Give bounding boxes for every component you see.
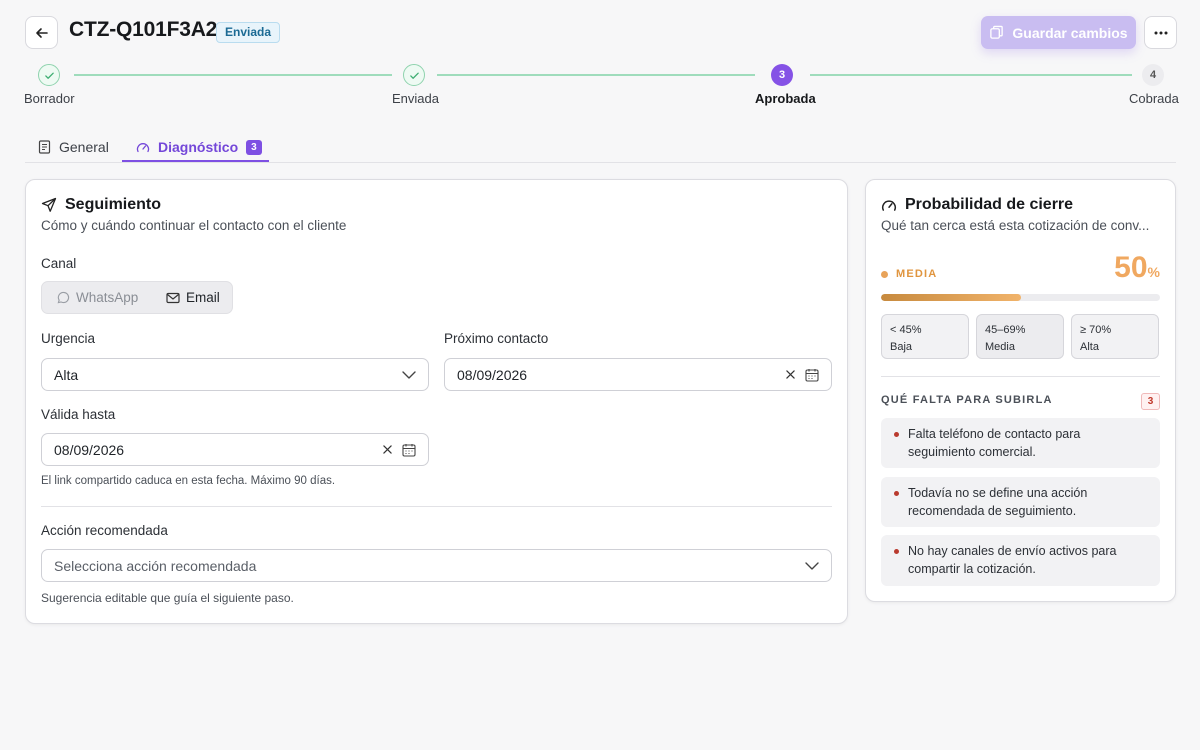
calendar-icon[interactable] (402, 443, 416, 457)
missing-dot (894, 432, 899, 437)
active-tab-indicator (122, 160, 269, 162)
back-button[interactable] (25, 16, 58, 49)
level-label: MEDIA (896, 268, 938, 280)
range-high-name: Alta (1080, 341, 1099, 353)
save-button-label: Guardar cambios (1012, 24, 1128, 41)
step-label-borrador: Borrador (24, 91, 75, 106)
range-low-value: < 45% (890, 324, 922, 336)
tab-general[interactable]: General (38, 132, 109, 162)
chevron-down-icon (805, 561, 819, 570)
step-label-enviada: Enviada (392, 91, 439, 106)
missing-title: QUÉ FALTA PARA SUBIRLA (881, 394, 1053, 406)
action-placeholder: Selecciona acción recomendada (54, 557, 257, 574)
message-circle-icon (57, 291, 70, 304)
channel-option-email[interactable]: Email (166, 282, 220, 313)
tab-diagnostico-label: Diagnóstico (158, 139, 239, 155)
step-connector (74, 74, 392, 76)
step-1-done[interactable] (38, 64, 60, 86)
probability-value: 50% (1100, 251, 1160, 285)
missing-item: Todavía no se define una acción recomend… (881, 477, 1160, 527)
urgency-label: Urgencia (41, 331, 96, 346)
gauge-icon (136, 142, 150, 152)
step-label-aprobada: Aprobada (755, 91, 816, 106)
valid-until-date-input[interactable]: 08/09/2026 (41, 433, 429, 466)
valid-until-hint: El link compartido caduca en esta fecha.… (41, 475, 336, 487)
probability-unit: % (1147, 264, 1160, 280)
probability-title-text: Probabilidad de cierre (905, 196, 1074, 213)
valid-until-label: Válida hasta (41, 407, 116, 422)
next-contact-value: 08/09/2026 (457, 366, 528, 383)
tab-general-label: General (59, 139, 109, 155)
range-high: ≥ 70% Alta (1071, 314, 1159, 359)
close-icon[interactable] (383, 445, 392, 454)
probability-bar-fill (881, 294, 1021, 301)
missing-item: Falta teléfono de contacto para seguimie… (881, 418, 1160, 468)
probability-bar (881, 294, 1160, 301)
urgency-select[interactable]: Alta (41, 358, 429, 391)
step-label-cobrada: Cobrada (1129, 91, 1179, 106)
range-medium-name: Media (985, 341, 1015, 353)
calendar-icon[interactable] (805, 368, 819, 382)
followup-title-text: Seguimiento (65, 196, 162, 213)
action-hint: Sugerencia editable que guía el siguient… (41, 591, 294, 605)
gauge-icon (882, 199, 896, 211)
step-connector (810, 74, 1132, 76)
step-3-active[interactable]: 3 (771, 64, 793, 86)
document-icon (38, 140, 51, 154)
missing-item-text: No hay canales de envío activos para com… (908, 544, 1117, 576)
step-4-pending[interactable]: 4 (1142, 64, 1164, 86)
channel-email-label: Email (186, 290, 220, 305)
tab-count-badge: 3 (246, 139, 262, 155)
followup-subtitle: Cómo y cuándo continuar el contacto con … (41, 218, 347, 233)
status-badge: Enviada (216, 22, 281, 43)
range-low-name: Baja (890, 341, 913, 353)
range-medium: 45–69% Media (976, 314, 1064, 359)
probability-number: 50 (1114, 251, 1148, 284)
probability-title: Probabilidad de cierre (881, 196, 1073, 214)
send-icon (41, 197, 57, 212)
followup-title: Seguimiento (41, 196, 161, 214)
range-high-value: ≥ 70% (1080, 324, 1112, 336)
tabs-divider (25, 162, 1176, 163)
save-button[interactable]: Guardar cambios (981, 16, 1136, 49)
missing-dot (894, 549, 899, 554)
missing-count-badge: 3 (1141, 393, 1160, 410)
level-indicator-dot (881, 271, 888, 278)
urgency-value: Alta (54, 366, 79, 383)
missing-item: No hay canales de envío activos para com… (881, 535, 1160, 586)
channel-selector: WhatsApp Email (41, 281, 233, 314)
next-contact-label: Próximo contacto (444, 331, 549, 346)
check-icon (409, 72, 419, 79)
mail-icon (166, 292, 180, 303)
chevron-down-icon (402, 370, 416, 379)
channel-whatsapp-label: WhatsApp (76, 290, 139, 305)
copy-icon (990, 25, 1004, 39)
close-icon[interactable] (786, 370, 795, 379)
more-horizontal-icon (1154, 31, 1167, 34)
missing-dot (894, 491, 899, 496)
missing-item-text: Todavía no se define una acción recomend… (908, 486, 1088, 518)
step-connector (437, 74, 755, 76)
channel-option-whatsapp[interactable]: WhatsApp (57, 282, 138, 313)
range-medium-value: 45–69% (985, 324, 1026, 336)
next-contact-date-input[interactable]: 08/09/2026 (444, 358, 832, 391)
check-icon (44, 72, 54, 79)
more-options-button[interactable] (1144, 16, 1177, 49)
probability-divider (881, 376, 1160, 377)
action-label: Acción recomendada (41, 523, 168, 538)
range-low: < 45% Baja (881, 314, 969, 359)
probability-subtitle: Qué tan cerca está esta cotización de co… (881, 218, 1150, 233)
action-select[interactable]: Selecciona acción recomendada (41, 549, 832, 582)
arrow-left-icon (35, 27, 48, 38)
valid-until-value: 08/09/2026 (54, 441, 125, 458)
channel-label: Canal (41, 256, 77, 271)
page-title: CTZ-Q101F3A2 (69, 18, 218, 41)
missing-item-text: Falta teléfono de contacto para seguimie… (908, 427, 1081, 459)
tab-diagnostico[interactable]: Diagnóstico 3 (136, 132, 262, 162)
step-2-done[interactable] (403, 64, 425, 86)
section-divider (41, 506, 832, 507)
